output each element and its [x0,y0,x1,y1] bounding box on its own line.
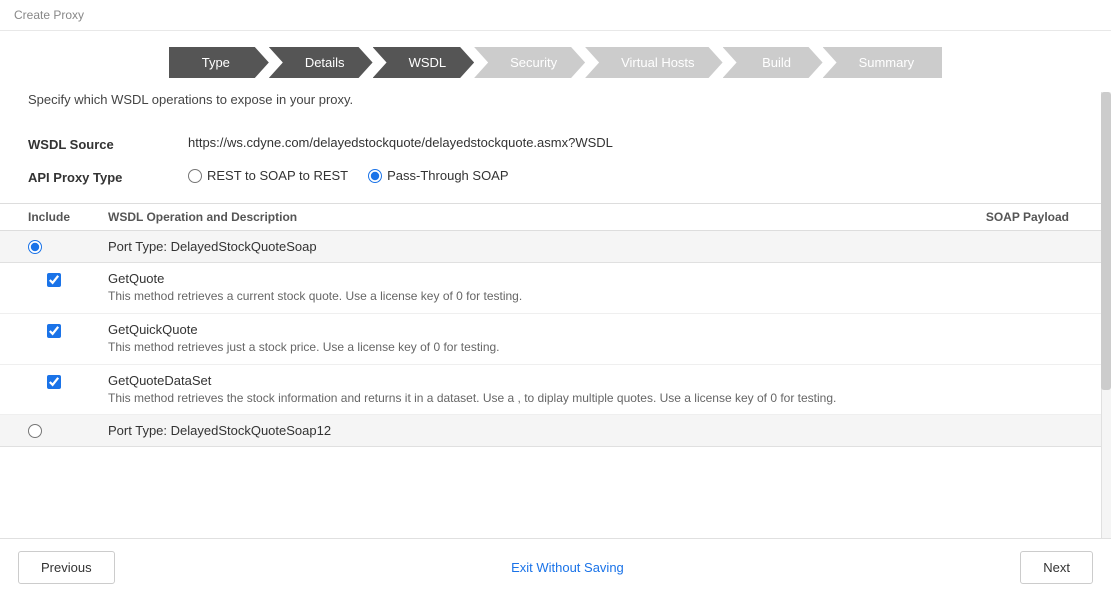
wsdl-source-value: https://ws.cdyne.com/delayedstockquote/d… [188,135,613,150]
step-virtual-hosts[interactable]: Virtual Hosts [585,47,722,78]
exit-button[interactable]: Exit Without Saving [511,560,624,575]
th-include: Include [28,210,108,224]
title-text: Create Proxy [14,8,84,22]
port-radio-1[interactable] [28,240,108,254]
step-build-label: Build [723,47,823,78]
radio-rest-to-soap[interactable]: REST to SOAP to REST [188,168,348,183]
previous-button[interactable]: Previous [18,551,115,584]
step-type[interactable]: Type [169,47,269,78]
op-content-2: GetQuickQuote This method retrieves just… [108,322,1083,356]
port-radio-1-input[interactable] [28,240,42,254]
step-details[interactable]: Details [269,47,373,78]
op-include-2[interactable] [0,322,108,338]
op-desc-1: This method retrieves a current stock qu… [108,288,1083,305]
step-summary[interactable]: Summary [823,47,943,78]
footer: Previous Exit Without Saving Next [0,538,1111,596]
form-section: WSDL Source https://ws.cdyne.com/delayed… [0,121,1111,203]
op-desc-2: This method retrieves just a stock price… [108,339,1083,356]
operation-row-3: GetQuoteDataSet This method retrieves th… [0,365,1111,416]
step-build[interactable]: Build [723,47,823,78]
main-content: Specify which WSDL operations to expose … [0,92,1111,588]
scrollbar-thumb[interactable] [1101,92,1111,390]
radio-pass-through[interactable]: Pass-Through SOAP [368,168,508,183]
wsdl-source-label: WSDL Source [28,135,188,152]
table-header: Include WSDL Operation and Description S… [0,203,1111,231]
port-name-1: Port Type: DelayedStockQuoteSoap [108,239,317,254]
port-row-1: Port Type: DelayedStockQuoteSoap [0,231,1111,263]
op-checkbox-2[interactable] [47,324,61,338]
op-include-3[interactable] [0,373,108,389]
op-desc-3: This method retrieves the stock informat… [108,390,1083,407]
op-checkbox-1[interactable] [47,273,61,287]
step-wsdl-label: WSDL [373,47,475,78]
step-type-label: Type [169,47,269,78]
op-content-3: GetQuoteDataSet This method retrieves th… [108,373,1083,407]
page-subtitle: Specify which WSDL operations to expose … [0,92,1111,121]
radio-rest-to-soap-input[interactable] [188,169,202,183]
operation-row-1: GetQuote This method retrieves a current… [0,263,1111,314]
step-wsdl[interactable]: WSDL [373,47,475,78]
port-name-2: Port Type: DelayedStockQuoteSoap12 [108,423,331,438]
api-proxy-type-label: API Proxy Type [28,168,188,185]
step-summary-label: Summary [823,47,943,78]
op-include-1[interactable] [0,271,108,287]
title-bar: Create Proxy [0,0,1111,31]
wizard-steps: Type Details WSDL Security Virtual Hosts… [0,31,1111,92]
next-button[interactable]: Next [1020,551,1093,584]
step-virtual-hosts-label: Virtual Hosts [585,47,722,78]
th-payload: SOAP Payload [986,210,1069,224]
radio-rest-to-soap-label: REST to SOAP to REST [207,168,348,183]
api-proxy-type-options: REST to SOAP to REST Pass-Through SOAP [188,168,509,183]
op-name-1: GetQuote [108,271,1083,286]
wsdl-source-row: WSDL Source https://ws.cdyne.com/delayed… [28,127,1083,160]
op-name-2: GetQuickQuote [108,322,1083,337]
step-security[interactable]: Security [474,47,585,78]
port-radio-2[interactable] [28,424,108,438]
scrollbar-track[interactable] [1101,92,1111,588]
op-name-3: GetQuoteDataSet [108,373,1083,388]
port-row-2: Port Type: DelayedStockQuoteSoap12 [0,415,1111,447]
operation-row-2: GetQuickQuote This method retrieves just… [0,314,1111,365]
step-security-label: Security [474,47,585,78]
radio-pass-through-label: Pass-Through SOAP [387,168,508,183]
op-content-1: GetQuote This method retrieves a current… [108,271,1083,305]
op-checkbox-3[interactable] [47,375,61,389]
step-details-label: Details [269,47,373,78]
th-operation: WSDL Operation and Description [108,210,986,224]
api-proxy-type-row: API Proxy Type REST to SOAP to REST Pass… [28,160,1083,193]
radio-pass-through-input[interactable] [368,169,382,183]
table-body: Port Type: DelayedStockQuoteSoap GetQuot… [0,231,1111,521]
port-radio-2-input[interactable] [28,424,42,438]
